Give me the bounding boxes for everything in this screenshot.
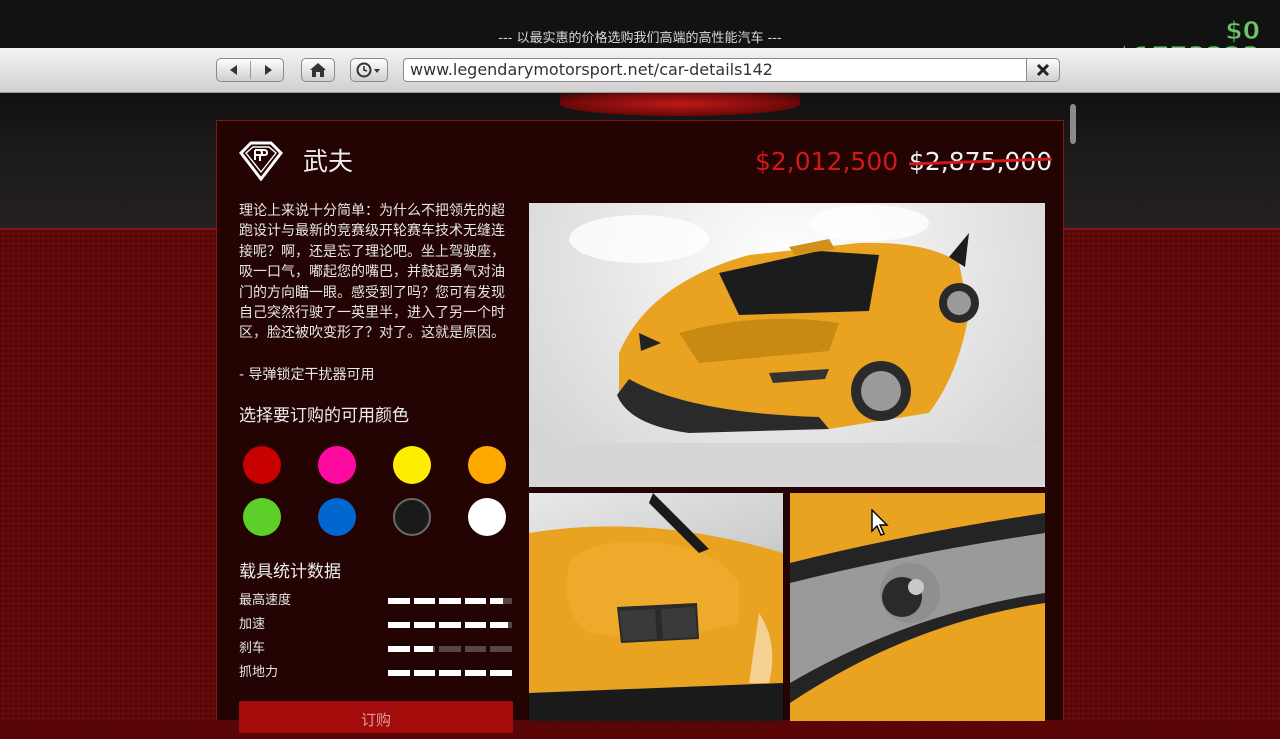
stat-label: 加速 <box>239 617 266 632</box>
stat-bar-segment <box>388 670 410 676</box>
stat-bar-segment <box>388 622 410 628</box>
stat-label: 抓地力 <box>239 665 279 680</box>
stat-bar-fill <box>490 670 512 676</box>
stat-bar-segment <box>439 646 461 652</box>
stat-bar <box>388 646 512 652</box>
stat-bar-fill <box>388 622 410 628</box>
stat-bar-segment <box>464 598 487 604</box>
side-intake-illustration <box>790 493 1045 721</box>
color-swatch-magenta[interactable] <box>318 446 356 484</box>
back-arrow-icon <box>229 65 237 75</box>
stat-bar-segment <box>490 622 512 628</box>
stats-heading: 载具统计数据 <box>239 562 341 582</box>
colors-heading: 选择要订购的可用颜色 <box>239 406 409 426</box>
vehicle-detail-photo-hood <box>529 493 783 721</box>
stat-bar-segment <box>490 598 512 604</box>
color-swatch-red[interactable] <box>243 446 281 484</box>
window-title: --- 以最实惠的价格选购我们高端的高性能汽车 --- <box>498 31 782 46</box>
home-button[interactable] <box>301 58 335 82</box>
stat-bar-fill <box>413 646 434 652</box>
order-button[interactable]: 订购 <box>239 701 513 733</box>
vehicle-main-photo <box>529 203 1045 487</box>
home-icon <box>310 63 326 77</box>
stat-bar <box>388 670 512 676</box>
stat-bar-segment <box>439 622 461 628</box>
stat-bar-fill <box>464 670 487 676</box>
stat-bar-segment <box>388 598 410 604</box>
color-swatch-yellow[interactable] <box>393 446 431 484</box>
mouse-cursor-icon <box>871 509 889 536</box>
hood-scoop-illustration <box>529 493 783 721</box>
stat-bar-fill <box>464 622 487 628</box>
vehicle-name: 武夫 <box>303 147 354 176</box>
close-icon <box>1036 63 1050 77</box>
background-car-glow <box>560 92 800 116</box>
stat-bar-segment <box>439 670 461 676</box>
color-swatch-blue[interactable] <box>318 498 356 536</box>
close-button[interactable] <box>1026 58 1060 82</box>
stat-bar-fill <box>490 598 504 604</box>
vehicle-description: 理论上来说十分简单：为什么不把领先的超跑设计与最新的竞赛级开轮赛车技术无缝连接呢… <box>239 203 505 342</box>
vehicle-feature: - 导弹锁定干扰器可用 <box>239 367 375 383</box>
car-front-illustration <box>529 205 1045 487</box>
color-swatch-white[interactable] <box>468 498 506 536</box>
page-scrollbar[interactable] <box>1070 104 1076 144</box>
stat-bar-fill <box>413 622 436 628</box>
brand-logo-icon <box>239 141 283 181</box>
stat-bar-fill <box>439 670 461 676</box>
stat-bar-fill <box>439 622 461 628</box>
stat-bar-segment <box>464 670 487 676</box>
stat-bar-segment <box>490 646 512 652</box>
stat-bar-segment <box>388 646 410 652</box>
vehicle-detail-photo-intake <box>790 493 1045 721</box>
stat-bar-fill <box>388 670 410 676</box>
stat-bar-fill <box>388 598 410 604</box>
sale-price: $2,012,500 <box>755 147 899 176</box>
stat-bar-segment <box>464 622 487 628</box>
stat-bar-fill <box>464 598 487 604</box>
cash-bank: $0 <box>1225 16 1261 46</box>
stat-bar <box>388 622 512 628</box>
stat-bar-fill <box>388 646 410 652</box>
stat-bar-segment <box>413 598 436 604</box>
vehicle-detail-panel: 武夫 $2,012,500 $2,875,000 理论上来说十分简单：为什么不把… <box>216 120 1064 733</box>
window-header: --- 以最实惠的价格选购我们高端的高性能汽车 --- <box>0 0 1280 48</box>
stat-label: 刹车 <box>239 641 266 656</box>
stat-bar-fill <box>490 622 508 628</box>
stat-bar-segment <box>413 646 436 652</box>
stat-bar-segment <box>464 646 487 652</box>
address-bar[interactable]: www.legendarymotorsport.net/car-details1… <box>403 58 1027 82</box>
nav-button-group <box>216 58 284 82</box>
forward-arrow-icon <box>264 65 272 75</box>
browser-toolbar: www.legendarymotorsport.net/car-details1… <box>0 48 1280 93</box>
color-swatch-orange[interactable] <box>468 446 506 484</box>
stat-bar-fill <box>413 670 436 676</box>
original-price: $2,875,000 <box>908 145 1053 179</box>
stat-bar-fill <box>439 598 461 604</box>
forward-button[interactable] <box>251 59 284 81</box>
history-button[interactable] <box>350 58 388 82</box>
stat-bar-fill <box>413 598 436 604</box>
stat-label: 最高速度 <box>239 593 292 608</box>
stat-bar-segment <box>439 598 461 604</box>
stat-bar <box>388 598 512 604</box>
stat-bar-segment <box>490 670 512 676</box>
stat-bar-segment <box>413 670 436 676</box>
history-clock-icon <box>356 62 380 78</box>
color-swatch-black[interactable] <box>393 498 431 536</box>
stat-bar-segment <box>413 622 436 628</box>
back-button[interactable] <box>217 59 250 81</box>
color-swatch-green[interactable] <box>243 498 281 536</box>
